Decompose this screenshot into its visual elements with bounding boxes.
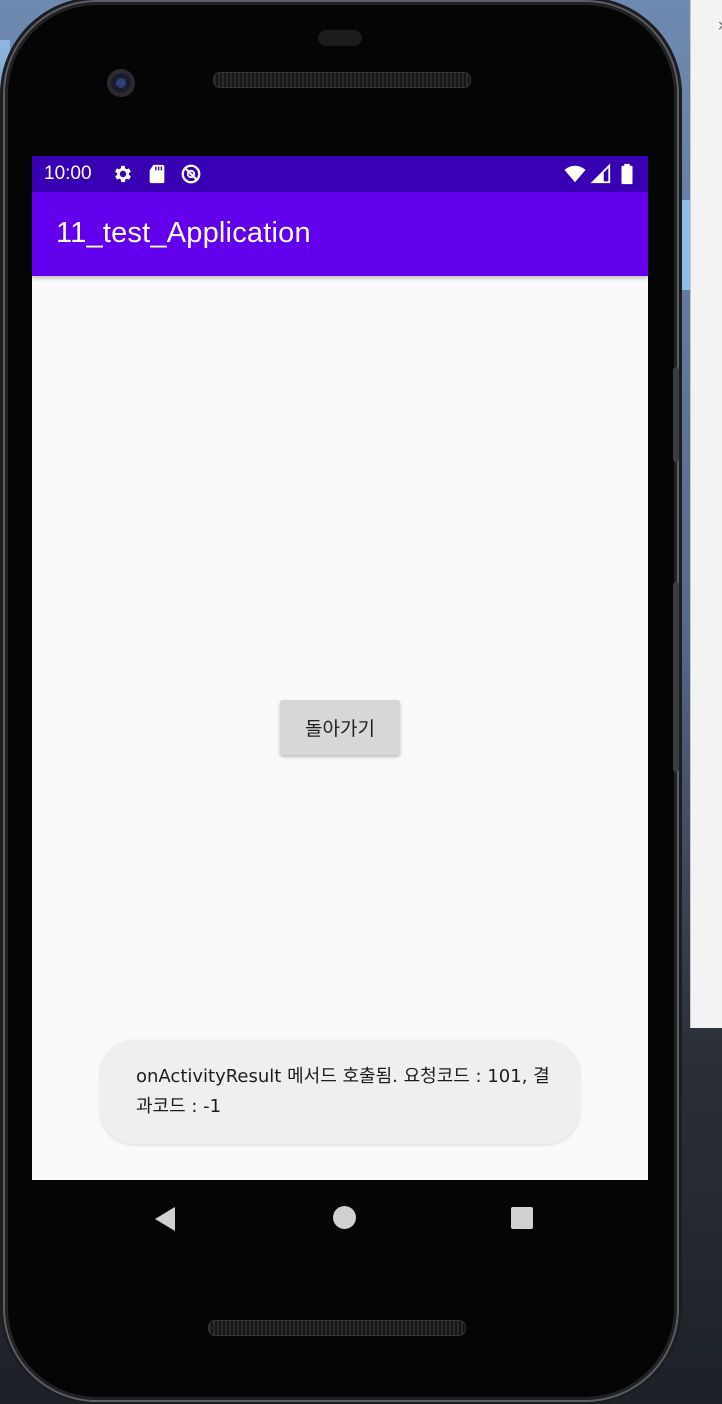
- nav-back-icon[interactable]: [153, 1205, 179, 1237]
- settings-gear-icon: [115, 165, 131, 183]
- desktop-right-edge: [676, 200, 690, 290]
- toast-text: onActivityResult 메서드 호출됨. 요청코드 : 101, 결과…: [136, 1066, 550, 1117]
- side-window: ×: [690, 0, 722, 1028]
- app-toolbar: 11_test_Application: [32, 192, 648, 276]
- front-camera-icon: [107, 69, 135, 97]
- cell-signal-icon: [590, 163, 611, 184]
- bottom-speaker-grille: [208, 1320, 466, 1336]
- do-not-disturb-icon: [181, 164, 201, 184]
- toast-message: onActivityResult 메서드 호출됨. 요청코드 : 101, 결과…: [100, 1040, 580, 1144]
- close-icon[interactable]: ×: [717, 18, 722, 34]
- battery-icon: [621, 163, 633, 185]
- sd-card-icon: [149, 164, 165, 184]
- back-button[interactable]: 돌아가기: [280, 700, 400, 755]
- nav-home-icon[interactable]: [333, 1206, 356, 1229]
- earpiece: [318, 30, 362, 46]
- wifi-icon: [564, 165, 586, 183]
- top-speaker-grille: [213, 72, 471, 88]
- volume-button[interactable]: [673, 582, 679, 772]
- device-screen: 10:00 11_test_Application 돌아가기 onActivit…: [32, 156, 648, 1180]
- status-bar: 10:00: [32, 156, 648, 192]
- status-time: 10:00: [44, 163, 92, 184]
- nav-recents-icon[interactable]: [511, 1207, 533, 1229]
- page-title: 11_test_Application: [56, 217, 311, 249]
- power-button[interactable]: [673, 367, 679, 462]
